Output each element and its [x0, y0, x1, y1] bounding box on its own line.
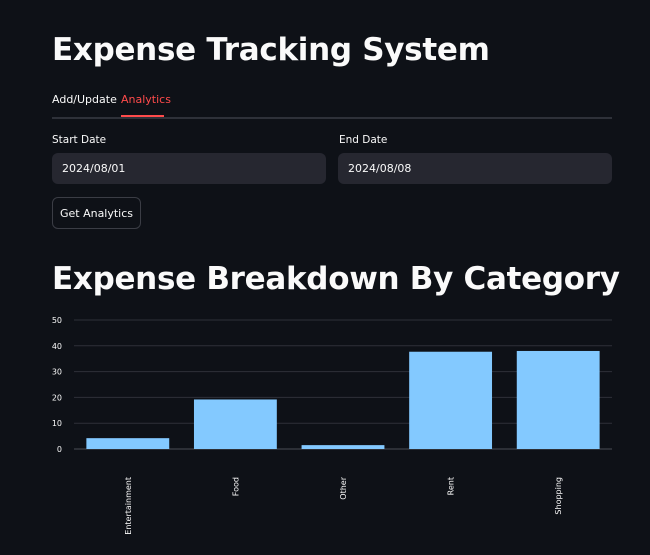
start-date-label: Start Date: [52, 134, 107, 146]
bar: [301, 445, 385, 449]
x-tick-label: Food: [231, 477, 240, 496]
bar: [409, 351, 493, 449]
y-tick-label: 50: [52, 316, 62, 325]
x-tick-label: Other: [339, 476, 348, 499]
bar: [193, 399, 277, 449]
get-analytics-button[interactable]: Get Analytics: [52, 197, 141, 229]
bar: [86, 438, 170, 449]
y-tick-label: 30: [52, 368, 62, 377]
section-title: Expense Breakdown By Category: [52, 261, 620, 297]
start-date-input[interactable]: [52, 153, 326, 184]
y-tick-label: 40: [52, 342, 62, 351]
x-tick-label: Entertainment: [124, 477, 133, 535]
y-tick-label: 10: [52, 419, 62, 428]
page-title: Expense Tracking System: [52, 32, 490, 68]
tab-add-update[interactable]: Add/Update: [52, 88, 117, 112]
expense-bar-chart: 0 10 20 30 40 50 Entertainment Food Other Rent Sho…: [52, 310, 650, 550]
x-tick-label: Shopping: [554, 477, 563, 515]
tab-bar: Add/Update Analytics: [52, 88, 612, 119]
y-tick-label: 20: [52, 393, 62, 402]
app-container: Expense Tracking System Add/Update Analy…: [52, 0, 620, 555]
active-tab-indicator: [121, 115, 164, 117]
y-tick-label: 0: [57, 445, 62, 454]
end-date-label: End Date: [339, 134, 388, 146]
end-date-input[interactable]: [338, 153, 612, 184]
bar: [516, 350, 600, 449]
tab-analytics[interactable]: Analytics: [121, 88, 171, 112]
chart-svg: 0 10 20 30 40 50 Entertainment Food Other Rent Sho…: [52, 316, 612, 535]
x-tick-label: Rent: [447, 477, 456, 495]
